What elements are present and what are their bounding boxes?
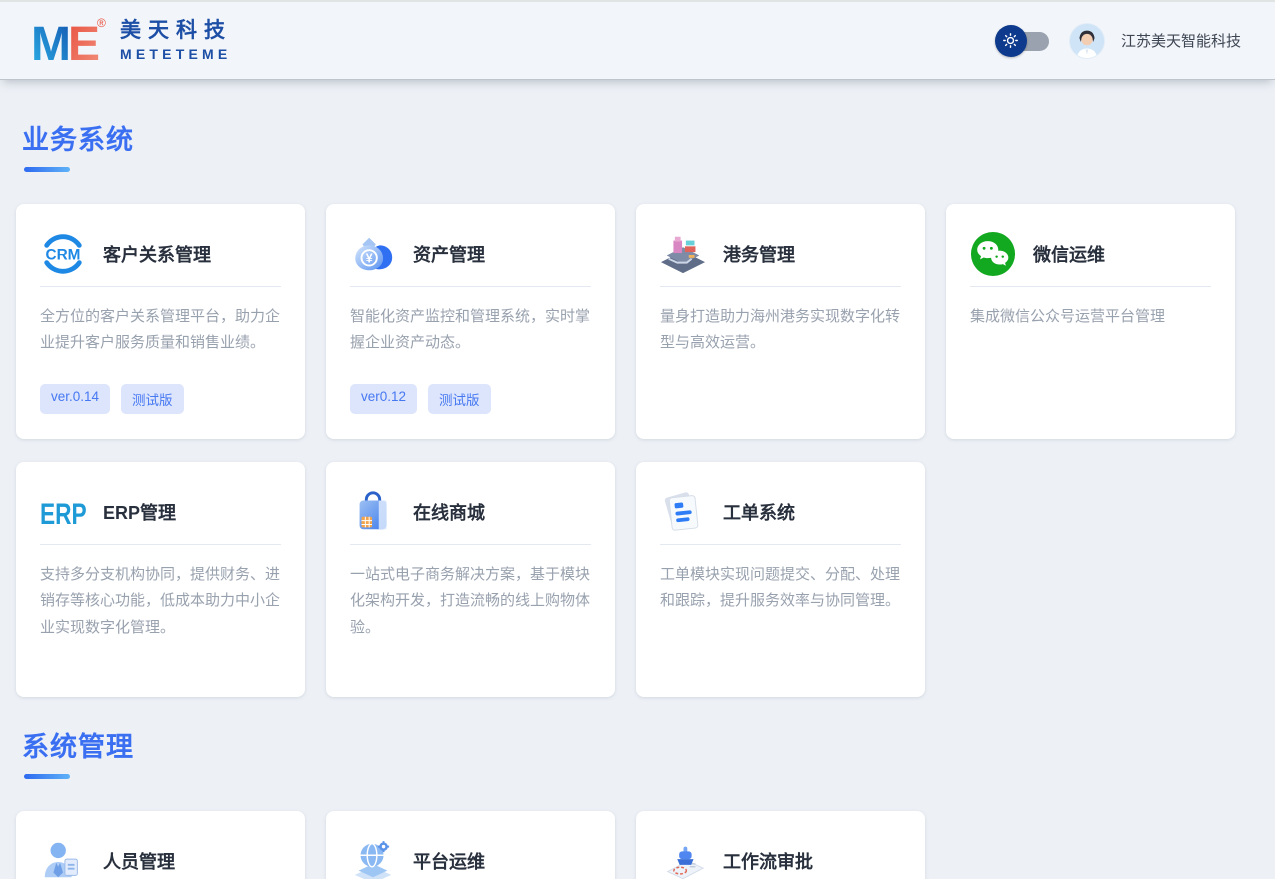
logo: M E ® 美天科技 METETEME (30, 15, 232, 67)
section-underline (24, 167, 70, 172)
svg-text:®: ® (97, 16, 106, 30)
section: 业务系统 CRM 客户关系管理 全方位的客户关系管理平台，助力企业提升客户服务质… (16, 118, 1259, 697)
wechat-icon (970, 231, 1016, 277)
app-card[interactable]: CRM 客户关系管理 全方位的客户关系管理平台，助力企业提升客户服务质量和销售业… (16, 204, 305, 439)
company-name: 江苏美天智能科技 (1121, 30, 1241, 51)
me-logo-icon: M E ® (30, 15, 108, 67)
card-title: 工单系统 (723, 499, 795, 525)
theme-toggle[interactable] (995, 25, 1053, 57)
card-title: 工作流审批 (723, 848, 813, 874)
card-description: 量身打造助力海州港务实现数字化转型与高效运营。 (660, 304, 901, 357)
port-icon (660, 231, 706, 277)
version-badge: ver.0.14 (40, 384, 110, 414)
card-description: 工单模块实现问题提交、分配、处理和跟踪，提升服务效率与协同管理。 (660, 562, 901, 615)
workflow-approval-icon (660, 838, 706, 879)
card-description: 集成微信公众号运营平台管理 (970, 304, 1211, 330)
section-title: 系统管理 (22, 725, 1259, 764)
app-card[interactable]: 平台运维 (326, 811, 615, 879)
card-title: 在线商城 (413, 499, 485, 525)
avatar-image (1070, 24, 1104, 58)
svg-text:¥: ¥ (366, 252, 373, 266)
svg-text:CRM: CRM (46, 247, 81, 264)
sections: 业务系统 CRM 客户关系管理 全方位的客户关系管理平台，助力企业提升客户服务质… (0, 80, 1275, 879)
svg-text:E: E (68, 18, 100, 67)
app-card[interactable]: ERP ERP管理 支持多分支机构协同，提供财务、进销存等核心功能，低成本助力中… (16, 462, 305, 697)
card-title: 客户关系管理 (103, 241, 211, 267)
card-description: 智能化资产监控和管理系统，实时掌握企业资产动态。 (350, 304, 591, 357)
app-card[interactable]: 港务管理 量身打造助力海州港务实现数字化转型与高效运营。 (636, 204, 925, 439)
erp-icon: ERP (40, 489, 86, 535)
card-description: 一站式电子商务解决方案，基于模块化架构开发，打造流畅的线上购物体验。 (350, 562, 591, 641)
card-description: 支持多分支机构协同，提供财务、进销存等核心功能，低成本助力中小企业实现数字化管理… (40, 562, 281, 641)
logo-cn-text: 美天科技 (120, 19, 232, 43)
card-divider (660, 286, 901, 287)
card-title: 人员管理 (103, 848, 175, 874)
asset-moneybag-icon: ¥ (350, 231, 396, 277)
toggle-knob[interactable] (995, 25, 1027, 57)
card-divider (350, 544, 591, 545)
user-avatar[interactable] (1069, 23, 1105, 59)
svg-text:M: M (31, 18, 71, 67)
section-title: 业务系统 (22, 118, 1259, 157)
app-header: M E ® 美天科技 METETEME (0, 0, 1275, 80)
sun-icon (1002, 32, 1019, 49)
card-divider (350, 286, 591, 287)
app-card[interactable]: 工作流审批 (636, 811, 925, 879)
card-grid: CRM 客户关系管理 全方位的客户关系管理平台，助力企业提升客户服务质量和销售业… (16, 204, 1259, 697)
version-badge: 测试版 (121, 384, 184, 414)
card-title: 平台运维 (413, 848, 485, 874)
card-title: 微信运维 (1033, 241, 1105, 267)
version-badge: 测试版 (428, 384, 491, 414)
card-description: 全方位的客户关系管理平台，助力企业提升客户服务质量和销售业绩。 (40, 304, 281, 357)
card-divider (970, 286, 1211, 287)
crm-icon: CRM (40, 231, 86, 277)
version-badge: ver0.12 (350, 384, 417, 414)
work-order-icon (660, 489, 706, 535)
card-title: 资产管理 (413, 241, 485, 267)
badge-row: ver.0.14 测试版 (40, 384, 184, 414)
section-underline (24, 774, 70, 779)
card-title: 港务管理 (723, 241, 795, 267)
app-card[interactable]: ¥ 资产管理 智能化资产监控和管理系统，实时掌握企业资产动态。 ver0.12 测… (326, 204, 615, 439)
badge-row: ver0.12 测试版 (350, 384, 491, 414)
app-card[interactable]: 工单系统 工单模块实现问题提交、分配、处理和跟踪，提升服务效率与协同管理。 (636, 462, 925, 697)
app-card[interactable]: 人员管理 (16, 811, 305, 879)
card-grid: 人员管理 平台运维 工作流审批 (16, 811, 1259, 879)
personnel-icon (40, 838, 86, 879)
card-divider (40, 544, 281, 545)
card-divider (660, 544, 901, 545)
app-card[interactable]: 在线商城 一站式电子商务解决方案，基于模块化架构开发，打造流畅的线上购物体验。 (326, 462, 615, 697)
platform-ops-icon (350, 838, 396, 879)
card-divider (40, 286, 281, 287)
logo-en-text: METETEME (120, 46, 232, 62)
section: 系统管理 人员管理 平台运维 工作流审批 (16, 725, 1259, 879)
card-title: ERP管理 (103, 499, 176, 525)
svg-text:ERP: ERP (40, 497, 86, 531)
app-card[interactable]: 微信运维 集成微信公众号运营平台管理 (946, 204, 1235, 439)
shopping-bag-icon (350, 489, 396, 535)
